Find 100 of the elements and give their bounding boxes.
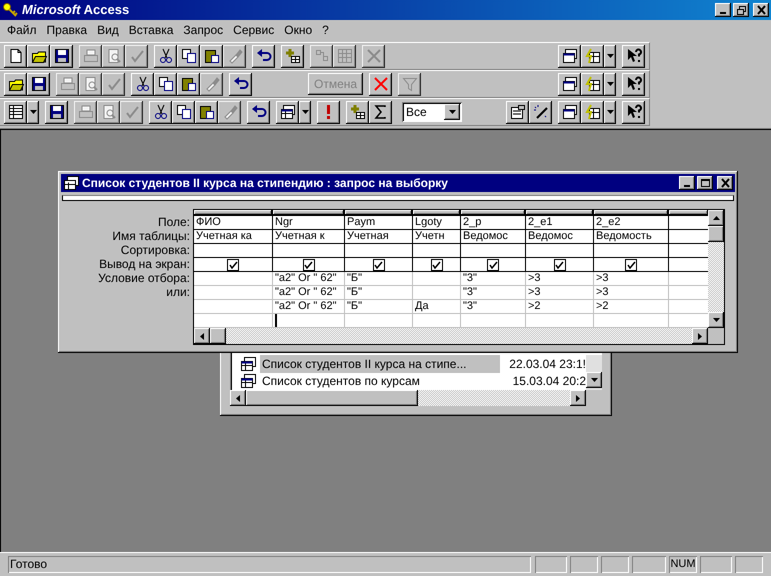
toolbar-button[interactable] <box>45 100 68 124</box>
toolbar-button[interactable] <box>252 44 275 68</box>
toolbar-button[interactable] <box>346 100 369 124</box>
list-item[interactable]: Список студентов по курсам <box>260 372 500 390</box>
toolbar-button[interactable] <box>172 100 195 124</box>
horizontal-scrollbar[interactable] <box>194 328 724 344</box>
grid-cell[interactable]: "a2" Or " 62" <box>273 300 345 313</box>
scroll-left-button[interactable] <box>194 328 210 344</box>
scroll-right-button[interactable] <box>570 390 586 406</box>
toolbar-button[interactable] <box>229 72 252 96</box>
column-selector[interactable] <box>594 210 669 215</box>
scroll-thumb[interactable] <box>210 328 226 344</box>
vertical-scrollbar[interactable] <box>708 210 724 328</box>
grid-cell[interactable]: >3 <box>526 272 594 285</box>
show-checkbox[interactable] <box>430 258 442 270</box>
menu-item[interactable]: Вставка <box>124 21 178 39</box>
grid-cell[interactable]: Paym <box>345 216 413 229</box>
dropdown-button[interactable] <box>604 44 616 68</box>
close-button[interactable] <box>717 176 733 190</box>
grid-cell[interactable]: 2_p <box>461 216 526 229</box>
grid-cell[interactable]: "Б" <box>345 300 413 313</box>
toolbar-button[interactable] <box>581 100 604 124</box>
grid-cell[interactable]: "3" <box>461 300 526 313</box>
toolbar-button[interactable] <box>149 100 172 124</box>
close-button[interactable] <box>753 3 769 17</box>
grid-cell[interactable]: >2 <box>526 300 594 313</box>
grid-cell[interactable]: "3" <box>461 272 526 285</box>
toolbar-button[interactable] <box>276 100 299 124</box>
toolbar-button[interactable] <box>27 72 50 96</box>
toolbar-button[interactable] <box>177 72 200 96</box>
list-item[interactable]: Список студентов II курса на стипе... <box>260 354 500 372</box>
toolbar-button[interactable] <box>154 44 177 68</box>
menu-item[interactable]: Правка <box>42 21 92 39</box>
maximize-button[interactable] <box>697 176 713 190</box>
column-selector[interactable] <box>194 210 273 215</box>
toolbar-button[interactable] <box>50 44 73 68</box>
toolbar-button[interactable] <box>529 100 552 124</box>
grid-cell[interactable]: >3 <box>526 286 594 299</box>
toolbar-button[interactable] <box>581 72 604 96</box>
toolbar-button[interactable] <box>317 100 340 124</box>
scroll-up-button[interactable] <box>708 210 724 226</box>
column-selector[interactable] <box>273 210 345 215</box>
toolbar-button[interactable] <box>622 72 645 96</box>
minimize-button[interactable] <box>715 3 731 17</box>
menu-item[interactable]: Файл <box>2 21 42 39</box>
dropdown-button[interactable] <box>604 72 616 96</box>
column-selector[interactable] <box>413 210 461 215</box>
toolbar-button[interactable] <box>195 100 218 124</box>
show-checkbox[interactable] <box>487 258 499 270</box>
show-checkbox[interactable] <box>625 258 637 270</box>
toolbar-button[interactable] <box>558 72 581 96</box>
dropdown-button[interactable] <box>299 100 311 124</box>
minimize-button[interactable] <box>679 176 695 190</box>
grid-cell[interactable]: "3" <box>461 286 526 299</box>
scroll-down-button[interactable] <box>586 372 602 388</box>
grid-cell[interactable]: "a2" Or " 62" <box>273 286 345 299</box>
toolbar-button[interactable] <box>154 72 177 96</box>
grid-cell[interactable]: "a2" Or " 62" <box>273 272 345 285</box>
grid-cell[interactable]: Учетная ка <box>194 230 273 243</box>
grid-cell[interactable]: Учетная к <box>273 230 345 243</box>
toolbar-button[interactable] <box>506 100 529 124</box>
toolbar-button[interactable] <box>281 44 304 68</box>
menu-item[interactable]: Окно <box>279 21 318 39</box>
toolbar-button[interactable] <box>4 72 27 96</box>
grid-cell[interactable]: Да <box>413 300 461 313</box>
grid-cell[interactable]: Lgoty <box>413 216 461 229</box>
column-selector[interactable] <box>461 210 526 215</box>
column-selector[interactable] <box>345 210 413 215</box>
horizontal-scrollbar[interactable] <box>230 390 602 406</box>
toolbar-button[interactable] <box>581 44 604 68</box>
toolbar-button[interactable] <box>369 100 392 124</box>
toolbar-button[interactable] <box>27 44 50 68</box>
scroll-right-button[interactable] <box>692 328 708 344</box>
grid-cell[interactable]: 2_e2 <box>594 216 669 229</box>
grid-cell[interactable]: Учетн <box>413 230 461 243</box>
toolbar-button[interactable] <box>131 72 154 96</box>
toolbar-button[interactable] <box>369 72 392 96</box>
scroll-left-button[interactable] <box>230 390 246 406</box>
show-checkbox[interactable] <box>302 258 314 270</box>
grid-cell[interactable]: Ngr <box>273 216 345 229</box>
menu-item[interactable]: Запрос <box>178 21 228 39</box>
show-checkbox[interactable] <box>372 258 384 270</box>
toolbar-button[interactable] <box>177 44 200 68</box>
scroll-down-button[interactable] <box>708 312 724 328</box>
menu-item[interactable]: Вид <box>92 21 124 39</box>
grid-cell[interactable]: >2 <box>594 300 669 313</box>
grid-cell[interactable]: 2_e1 <box>526 216 594 229</box>
dropdown-button[interactable] <box>27 100 39 124</box>
grid-cell[interactable]: "Б" <box>345 272 413 285</box>
show-checkbox[interactable] <box>554 258 566 270</box>
vertical-scrollbar[interactable] <box>586 355 602 390</box>
toolbar-button[interactable] <box>4 100 27 124</box>
restore-button[interactable] <box>733 3 749 17</box>
grid-cell[interactable]: >3 <box>594 272 669 285</box>
grid-cell[interactable]: ФИО <box>194 216 273 229</box>
toolbar-button[interactable] <box>622 100 645 124</box>
toolbar-button[interactable] <box>558 44 581 68</box>
grid-cell[interactable]: Ведомость <box>594 230 669 243</box>
grid-cell[interactable]: Ведомос <box>526 230 594 243</box>
toolbar-button[interactable] <box>247 100 270 124</box>
